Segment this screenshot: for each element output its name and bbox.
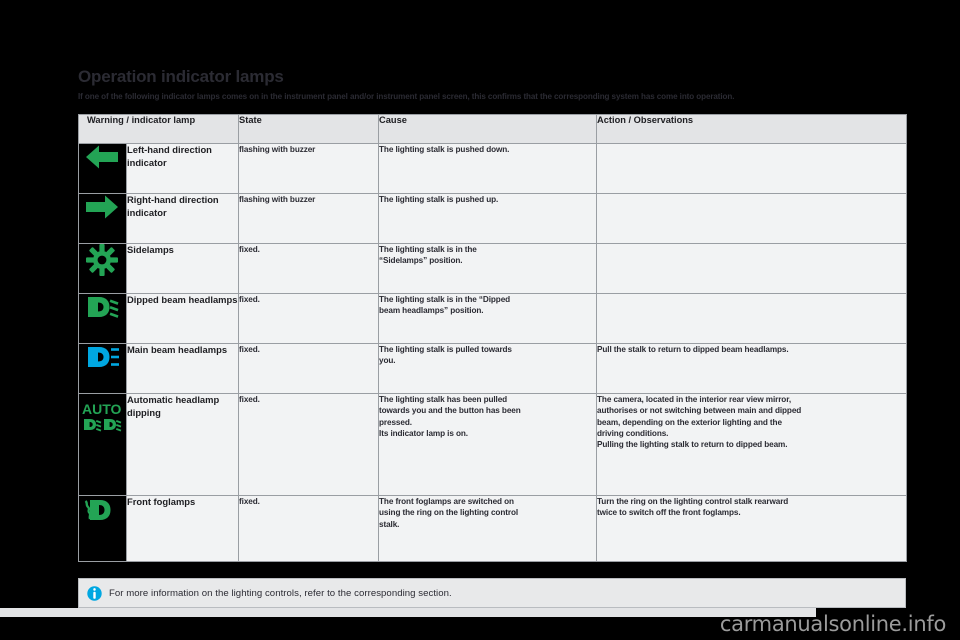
lamp-name: Front foglamps: [125, 495, 240, 562]
cause-line: The lighting stalk is pushed down.: [379, 145, 510, 154]
lamp-name: Sidelamps: [125, 243, 240, 294]
indicator-lamp-table-wrapper: Warning / indicator lamp State Cause Act…: [77, 114, 908, 562]
cause-line: The lighting stalk is in the “Dipped: [379, 295, 511, 304]
action-line: Pulling the lighting stalk to return to …: [597, 440, 788, 450]
action-line: Pull the stalk to return to dipped beam …: [597, 345, 789, 354]
cause-line: The front foglamps are switched on: [379, 497, 514, 506]
cause-value: The lighting stalk has been pulled towar…: [378, 393, 598, 496]
cause-line: beam headlamps” position.: [379, 306, 484, 316]
icon-cell: [78, 143, 127, 194]
sidelamps-icon: [79, 244, 125, 276]
cause-line: The lighting stalk is pulled towards: [379, 345, 512, 354]
table-header: Warning / indicator lamp State Cause Act…: [77, 114, 908, 144]
lamp-name: Left-hand direction indicator: [125, 143, 240, 194]
action-value: The camera, located in the interior rear…: [596, 393, 908, 496]
table-row: Left-hand direction indicator flashing w…: [78, 143, 908, 194]
cause-line: towards you and the button has been: [379, 406, 521, 416]
right-arrow-icon: [79, 194, 125, 220]
column-header-warning-lamp: Warning / indicator lamp: [77, 114, 240, 144]
column-header-cause: Cause: [378, 114, 598, 144]
action-line: Turn the ring on the lighting control st…: [597, 497, 789, 506]
column-header-state: State: [238, 114, 380, 144]
action-value: [596, 293, 908, 344]
cause-value: The lighting stalk is pushed up.: [378, 193, 598, 244]
page-root: Operation indicator lamps If one of the …: [0, 0, 960, 640]
icon-cell: [78, 193, 127, 244]
lamp-name: Right-hand direction indicator: [125, 193, 240, 244]
cause-value: The lighting stalk is pushed down.: [378, 143, 598, 194]
cause-line: The lighting stalk has been pulled: [379, 395, 508, 404]
front-foglamps-icon: [79, 496, 125, 524]
icon-cell: [78, 293, 127, 344]
action-line: twice to switch off the front foglamps.: [597, 508, 741, 518]
action-value: [596, 243, 908, 294]
icon-cell: [78, 495, 127, 562]
action-line: The camera, located in the interior rear…: [597, 395, 792, 404]
state-value: fixed.: [238, 393, 380, 496]
svg-text:AUTO: AUTO: [82, 401, 122, 417]
cause-line: The lighting stalk is in the: [379, 245, 477, 254]
page-subtitle: If one of the following indicator lamps …: [78, 92, 735, 101]
cause-value: The lighting stalk is pulled towards you…: [378, 343, 598, 394]
cause-line: pressed.: [379, 417, 412, 427]
cause-value: The lighting stalk is in the “Dipped bea…: [378, 293, 598, 344]
cause-value: The front foglamps are switched on using…: [378, 495, 598, 562]
manual-page-sheet: Operation indicator lamps If one of the …: [0, 0, 960, 640]
state-value: flashing with buzzer: [238, 143, 380, 194]
state-value: fixed.: [238, 243, 380, 294]
table-row: Dipped beam headlamps fixed. The lightin…: [78, 293, 908, 344]
watermark-bar: [0, 608, 816, 617]
lamp-name: Automatic headlamp dipping: [125, 393, 240, 496]
action-value: [596, 143, 908, 194]
cause-line: The lighting stalk is pushed up.: [379, 195, 499, 204]
cause-line: “Sidelamps” position.: [379, 256, 463, 266]
action-value: [596, 193, 908, 244]
icon-cell: AUTO: [78, 393, 127, 496]
column-header-action: Action / Observations: [596, 114, 908, 144]
main-beam-headlamps-icon: [79, 344, 125, 370]
table-row: Front foglamps fixed. The front foglamps…: [78, 495, 908, 562]
indicator-lamp-table: Warning / indicator lamp State Cause Act…: [77, 114, 908, 562]
info-icon: [79, 585, 109, 601]
left-arrow-icon: [79, 144, 125, 170]
table-row: AUTO Automatic headlamp dipping fixed. T…: [78, 393, 908, 496]
action-value: Turn the ring on the lighting control st…: [596, 495, 908, 562]
automatic-headlamp-dipping-icon: AUTO: [79, 394, 125, 438]
cause-line: you.: [379, 356, 396, 366]
icon-cell: [78, 243, 127, 294]
dipped-beam-headlamps-icon: [79, 294, 125, 320]
icon-cell: [78, 343, 127, 394]
lamp-name: Main beam headlamps: [125, 343, 240, 394]
lamp-name: Dipped beam headlamps: [125, 293, 240, 344]
state-value: fixed.: [238, 293, 380, 344]
watermark-text: carmanualsonline.info: [719, 612, 946, 636]
action-value: Pull the stalk to return to dipped beam …: [596, 343, 908, 394]
page-title: Operation indicator lamps: [78, 67, 284, 86]
state-value: flashing with buzzer: [238, 193, 380, 244]
action-line: driving conditions.: [597, 428, 669, 438]
table-body: Left-hand direction indicator flashing w…: [78, 143, 908, 562]
table-row: Sidelamps fixed. The lighting stalk is i…: [78, 243, 908, 294]
state-value: fixed.: [238, 495, 380, 562]
info-note-text: For more information on the lighting con…: [109, 587, 452, 599]
table-row: Main beam headlamps fixed. The lighting …: [78, 343, 908, 394]
cause-value: The lighting stalk is in the “Sidelamps”…: [378, 243, 598, 294]
cause-line: Its indicator lamp is on.: [379, 428, 468, 438]
cause-line: stalk.: [379, 519, 400, 529]
table-row: Right-hand direction indicator flashing …: [78, 193, 908, 244]
state-value: fixed.: [238, 343, 380, 394]
action-line: beam, depending on the exterior lighting…: [597, 417, 782, 427]
action-line: authorises or not switching between main…: [597, 406, 802, 416]
info-note: For more information on the lighting con…: [78, 578, 906, 608]
table-header-row: Warning / indicator lamp State Cause Act…: [77, 114, 908, 144]
cause-line: using the ring on the lighting control: [379, 508, 519, 518]
